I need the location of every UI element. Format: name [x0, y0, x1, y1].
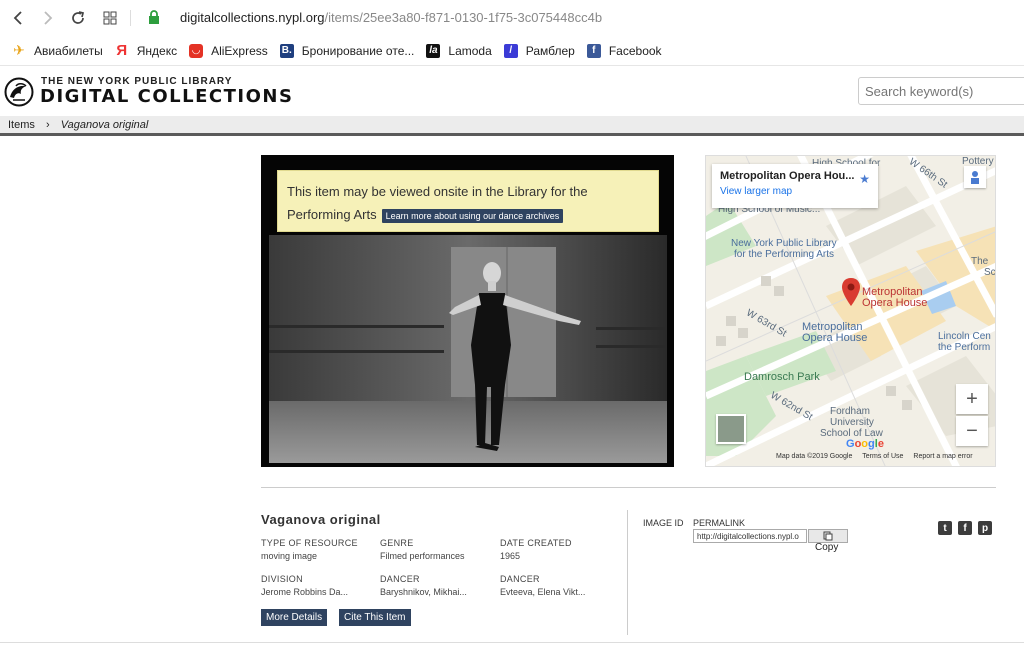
item-title: Vaganova original [261, 512, 381, 527]
video-player[interactable]: This item may be viewed onsite in the Li… [261, 155, 674, 467]
plane-icon: ✈ [13, 42, 25, 58]
field-label: DATE CREATED [500, 538, 572, 548]
permalink-label: PERMALINK [693, 518, 746, 528]
map-label-lincoln: Lincoln Cen [938, 331, 991, 342]
search-input[interactable] [858, 77, 1024, 105]
google-logo: Google [846, 438, 884, 450]
copy-label: Copy [815, 542, 839, 553]
facebook-icon[interactable]: f [958, 521, 972, 535]
field-value: 1965 [500, 551, 521, 561]
bookmark-facebook[interactable]: f Facebook [586, 43, 662, 58]
pinterest-icon[interactable]: p [978, 521, 992, 535]
breadcrumb-items-link[interactable]: Items [8, 119, 35, 131]
footer-divider [0, 642, 1024, 643]
booking-icon: B. [279, 43, 294, 58]
star-icon[interactable]: ★ [859, 172, 870, 186]
address-bar[interactable]: digitalcollections.nypl.org/items/25ee3a… [180, 10, 602, 25]
onsite-notice: This item may be viewed onsite in the Li… [277, 170, 659, 232]
map-label-met-red2: Opera House [862, 297, 928, 309]
bookmark-aviabilety[interactable]: ✈ Авиабилеты [12, 42, 103, 58]
field-genre: GENRE Filmed performances [380, 538, 465, 561]
field-label: DIVISION [261, 574, 303, 584]
yandex-icon: Я [116, 42, 128, 59]
map-data-credit: Map data ©2019 Google [776, 453, 853, 460]
bookmark-lamoda[interactable]: la Lamoda [426, 43, 492, 58]
tabs-grid-icon[interactable] [100, 8, 120, 28]
dance-archives-button[interactable]: Learn more about using our dance archive… [381, 208, 564, 223]
chevron-right-icon: › [45, 119, 50, 131]
field-value[interactable]: Filmed performances [380, 551, 465, 561]
cite-this-item-button[interactable]: Cite This Item [339, 609, 411, 626]
field-dancer-2: DANCER Evteeva, Elena Vikt... [500, 574, 585, 597]
copy-icon [823, 531, 833, 541]
map-zoom-in-button[interactable]: + [956, 384, 988, 414]
twitter-icon[interactable]: t [938, 521, 952, 535]
field-label: GENRE [380, 538, 414, 548]
permalink-field[interactable] [693, 529, 807, 543]
lock-icon [148, 10, 160, 29]
map-label-sc: Sc [984, 267, 996, 278]
bookmark-yandex[interactable]: Я Яндекс [115, 42, 177, 59]
field-value[interactable]: Evteeva, Elena Vikt... [500, 587, 585, 597]
field-value[interactable]: Baryshnikov, Mikhai... [380, 587, 467, 597]
back-icon[interactable] [8, 8, 28, 28]
map-label-fordham2: University [830, 417, 874, 428]
map-place-title: Metropolitan Opera Hou... [720, 170, 855, 182]
facebook-icon: f [586, 43, 601, 58]
field-label: TYPE OF RESOURCE [261, 538, 358, 548]
field-value: moving image [261, 551, 318, 561]
field-division: DIVISION Jerome Robbins Da... [261, 574, 348, 597]
logo-title[interactable]: DIGITAL COLLECTIONS [40, 86, 293, 107]
field-type-of-resource: TYPE OF RESOURCE moving image [261, 538, 358, 561]
field-date-created: DATE CREATED 1965 [500, 538, 572, 561]
section-divider [261, 487, 996, 488]
field-value[interactable]: Jerome Robbins Da... [261, 587, 348, 597]
map-marker-icon[interactable] [842, 278, 860, 311]
street-view-pegman-icon[interactable] [964, 166, 986, 188]
map-report-error-link[interactable]: Report a map error [913, 453, 972, 460]
bookmark-booking[interactable]: B. Бронирование оте... [279, 43, 414, 58]
site-header: THE NEW YORK PUBLIC LIBRARY DIGITAL COLL… [0, 67, 1024, 116]
breadcrumb-current: Vaganova original [60, 119, 149, 131]
map-terms-link[interactable]: Terms of Use [862, 453, 903, 460]
nypl-lion-logo-icon[interactable] [4, 77, 34, 112]
copy-button[interactable] [808, 529, 848, 543]
map-label-nypl2: for the Performing Arts [734, 249, 835, 260]
breadcrumb: Items › Vaganova original [0, 116, 1024, 136]
field-label: DANCER [500, 574, 540, 584]
view-larger-map-link[interactable]: View larger map [720, 186, 870, 197]
map-thumbnail[interactable] [716, 414, 746, 444]
map-label-nypl: New York Public Library [731, 238, 837, 249]
field-dancer-1: DANCER Baryshnikov, Mikhai... [380, 574, 467, 597]
map-label-fordham: Fordham [830, 406, 871, 417]
rambler-icon: / [503, 43, 518, 58]
bookmark-rambler[interactable]: / Рамблер [503, 43, 575, 58]
map-label-met2: Opera House [802, 332, 868, 344]
image-id-label: IMAGE ID [643, 518, 684, 528]
bookmark-aliexpress[interactable]: ◡ AliExpress [189, 43, 268, 58]
field-label: DANCER [380, 574, 420, 584]
map-zoom-out-button[interactable]: − [956, 416, 988, 446]
map-place-card: Metropolitan Opera Hou... View larger ma… [712, 164, 878, 208]
browser-toolbar: digitalcollections.nypl.org/items/25ee3a… [0, 0, 1024, 36]
bookmarks-bar: ✈ Авиабилеты Я Яндекс ◡ AliExpress B. Бр… [0, 36, 1024, 66]
column-divider [627, 510, 628, 635]
reload-icon[interactable] [68, 8, 88, 28]
map-label-the: The [971, 256, 989, 267]
map-footer: Map data ©2019 Google Terms of Use Repor… [776, 453, 981, 460]
location-map[interactable]: Metropolitan Opera Hou... View larger ma… [705, 155, 996, 467]
more-details-button[interactable]: More Details [261, 609, 328, 626]
aliexpress-icon: ◡ [189, 43, 204, 58]
forward-icon[interactable] [38, 8, 58, 28]
lamoda-icon: la [426, 43, 441, 58]
map-label-damrosch: Damrosch Park [744, 371, 820, 383]
map-label-lincoln2: the Perform [938, 342, 991, 353]
